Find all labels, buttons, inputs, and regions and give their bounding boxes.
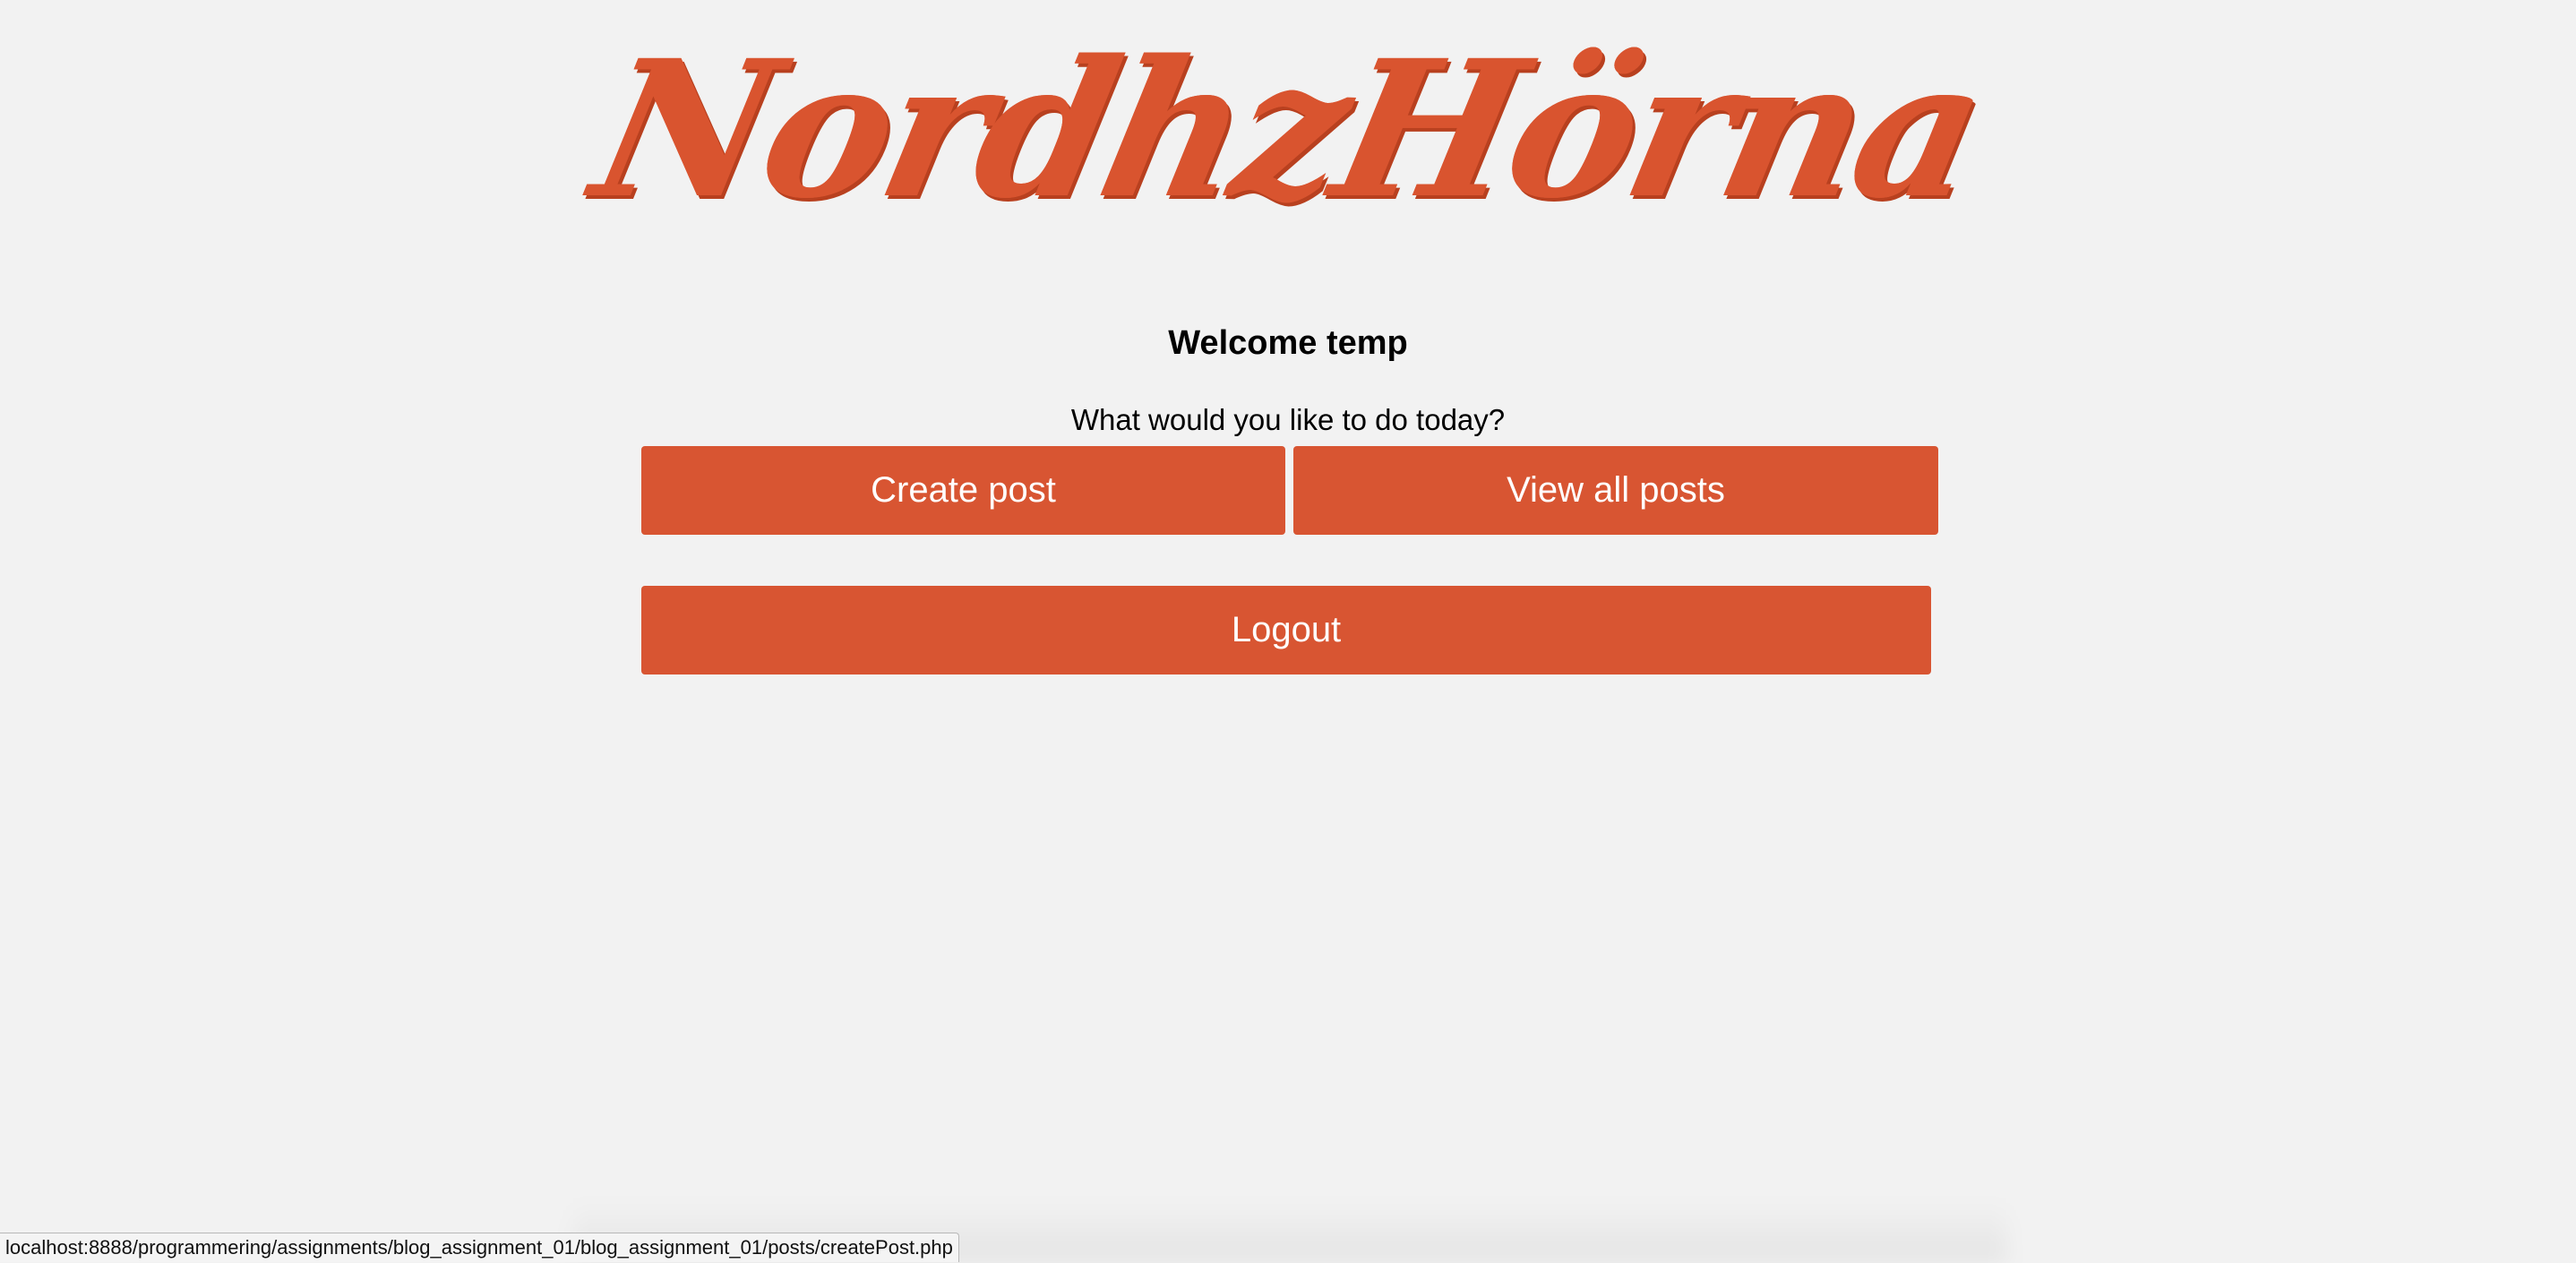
create-post-button[interactable]: Create post [641,446,1285,535]
view-all-posts-button[interactable]: View all posts [1293,446,1938,535]
status-bar-url: localhost:8888/programmering/assignments… [0,1233,959,1262]
site-logo[interactable]: NordhzHörna [0,19,2576,240]
welcome-heading: Welcome temp [1168,324,1408,362]
prompt-text: What would you like to do today? [1070,403,1506,436]
logout-button[interactable]: Logout [641,586,1931,674]
page: NordhzHörna Welcome temp What would you … [0,0,2576,1263]
